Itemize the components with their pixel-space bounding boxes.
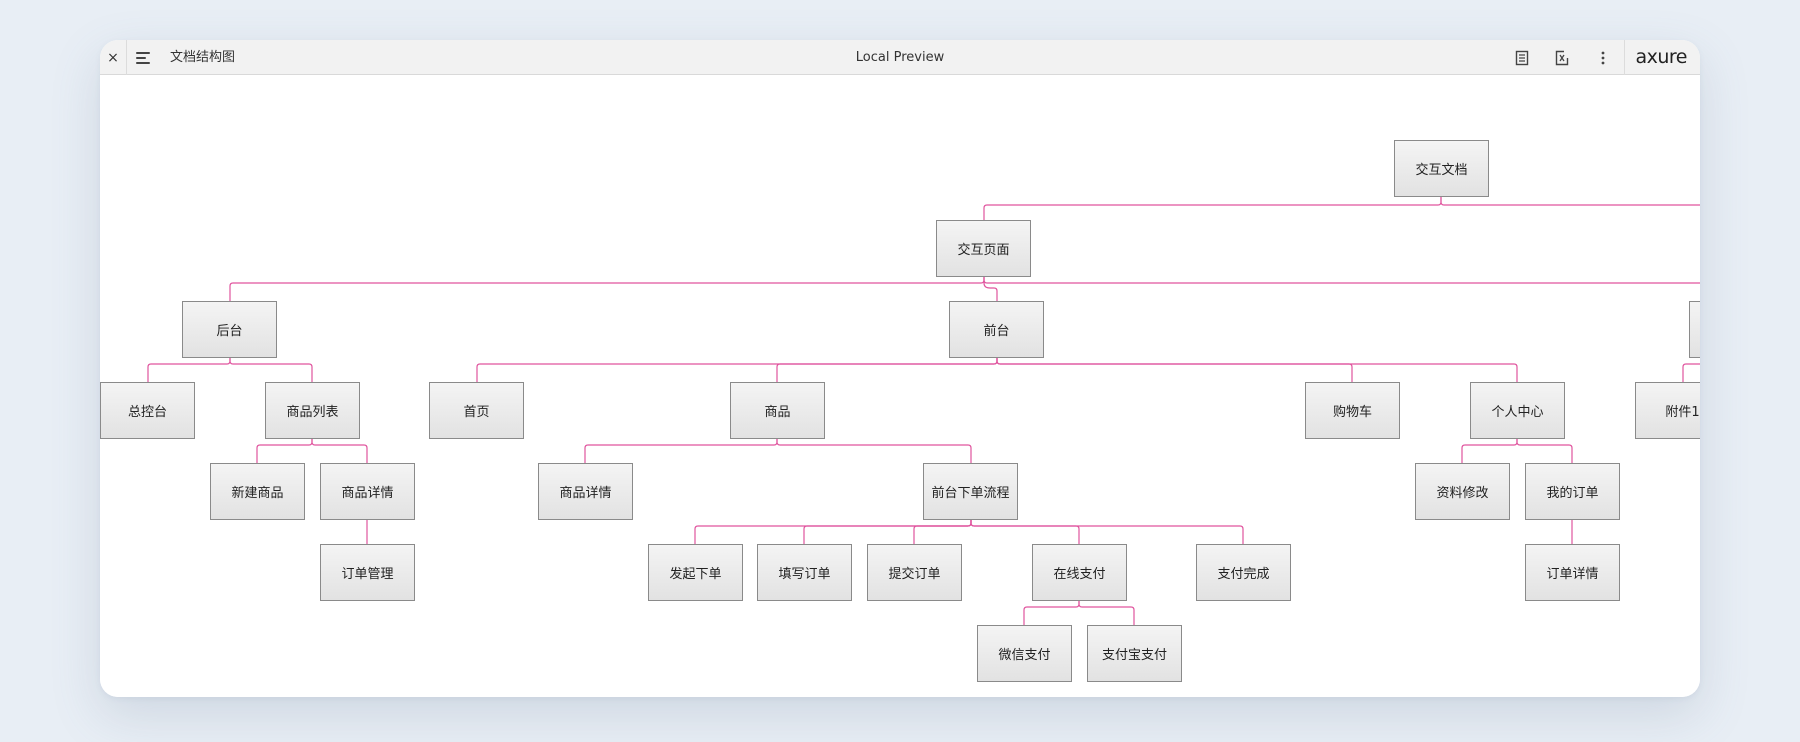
node-attachment-1[interactable]: 附件1 [1635, 382, 1700, 439]
toolbar-divider [1624, 40, 1625, 75]
node-new-product[interactable]: 新建商品 [210, 463, 305, 520]
node-product[interactable]: 商品 [730, 382, 825, 439]
node-backend-product-detail[interactable]: 商品详情 [320, 463, 415, 520]
preview-toolbar: × 文档结构图 Local Preview axure [100, 40, 1700, 75]
node-dashboard[interactable]: 总控台 [100, 382, 195, 439]
node-pages[interactable]: 交互页面 [936, 220, 1031, 277]
axure-logo: axure [1635, 46, 1687, 68]
node-cart[interactable]: 购物车 [1305, 382, 1400, 439]
notes-icon[interactable] [1512, 48, 1532, 68]
node-alipay[interactable]: 支付宝支付 [1087, 625, 1182, 682]
node-start-order[interactable]: 发起下单 [648, 544, 743, 601]
node-backend[interactable]: 后台 [182, 301, 277, 358]
node-online-payment[interactable]: 在线支付 [1032, 544, 1127, 601]
node-profile-edit[interactable]: 资料修改 [1415, 463, 1510, 520]
node-order-management[interactable]: 订单管理 [320, 544, 415, 601]
node-payment-complete[interactable]: 支付完成 [1196, 544, 1291, 601]
node-frontend[interactable]: 前台 [949, 301, 1044, 358]
node-product-detail[interactable]: 商品详情 [538, 463, 633, 520]
toolbar-divider [126, 40, 127, 75]
node-attachments-partial[interactable] [1689, 301, 1700, 358]
node-wechat-pay[interactable]: 微信支付 [977, 625, 1072, 682]
node-fill-order[interactable]: 填写订单 [757, 544, 852, 601]
node-product-list[interactable]: 商品列表 [265, 382, 360, 439]
inspect-icon[interactable] [1552, 48, 1572, 68]
node-user-center[interactable]: 个人中心 [1470, 382, 1565, 439]
sitemap-canvas[interactable]: 交互文档 交互页面 后台 前台 总控台 商品列表 首页 商品 购物车 个人中心 … [100, 75, 1700, 697]
node-root[interactable]: 交互文档 [1394, 140, 1489, 197]
node-order-flow[interactable]: 前台下单流程 [923, 463, 1018, 520]
close-icon[interactable]: × [100, 40, 126, 75]
node-my-orders[interactable]: 我的订单 [1525, 463, 1620, 520]
browser-window: × 文档结构图 Local Preview axure 交互文档 交互页面 后台… [100, 40, 1700, 697]
more-options-icon[interactable] [1593, 48, 1613, 68]
node-home[interactable]: 首页 [429, 382, 524, 439]
sitemap-menu-icon[interactable] [136, 50, 154, 66]
node-submit-order[interactable]: 提交订单 [867, 544, 962, 601]
window-title: Local Preview [855, 50, 945, 65]
node-order-detail[interactable]: 订单详情 [1525, 544, 1620, 601]
current-page-name[interactable]: 文档结构图 [170, 40, 235, 75]
